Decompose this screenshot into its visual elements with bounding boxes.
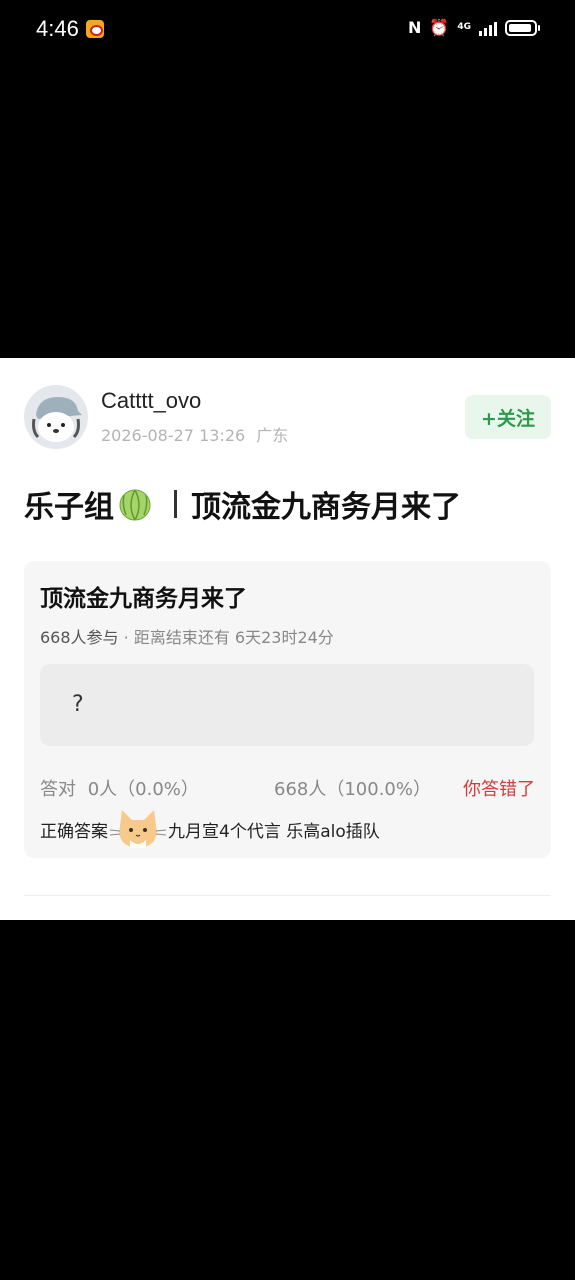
status-time: 4:46 (36, 16, 79, 41)
post-location: 广东 (256, 426, 289, 445)
correct-stat: 0人（0.0%） (87, 779, 199, 800)
network-label: 4G (457, 22, 471, 32)
correct-answer: 正确答案 九月宣4个代言 乐高alo插队 (40, 809, 380, 848)
quiz-card[interactable]: 顶流金九商务月来了 668人参与 · 距离结束还有 6天23时24分 ? 答对 … (24, 561, 551, 858)
alarm-icon: ⏰ (429, 18, 450, 37)
quiz-stats: 668人参与 · 距离结束还有 6天23时24分 (40, 624, 334, 648)
post-title-left: 乐子组 (24, 490, 114, 525)
post-title-right: 顶流金九商务月来了 (191, 490, 461, 525)
quiz-title: 顶流金九商务月来了 (40, 586, 247, 612)
status-bar: 4:46 N ⏰ 4G (0, 0, 575, 62)
divider (24, 895, 551, 896)
author-name[interactable]: Catttt_ovo (101, 388, 201, 414)
wrong-stat: 668人（100.0%） (274, 779, 431, 800)
signal-icon (479, 20, 497, 36)
quiz-countdown: · 距离结束还有 6天23时24分 (123, 628, 334, 647)
title-separator (174, 490, 177, 518)
avatar[interactable] (24, 385, 88, 449)
follow-button[interactable]: +关注 (465, 395, 551, 439)
quiz-option[interactable]: ? (40, 664, 534, 746)
correct-label: 答对 (40, 779, 76, 800)
nfc-icon: N (408, 18, 422, 37)
battery-icon (505, 19, 540, 36)
quiz-option-text: ? (72, 692, 84, 717)
post-meta: 2026-08-27 13:26 广东 (101, 422, 288, 446)
cat-sticker-icon (109, 809, 167, 848)
post-title: 乐子组 顶流金九商务月来了 (24, 482, 461, 526)
correct-result: 答对 0人（0.0%） (40, 775, 199, 801)
wrong-badge: 你答错了 (463, 779, 535, 800)
correct-answer-text: 九月宣4个代言 乐高alo插队 (168, 822, 380, 842)
quiz-participants: 668人参与 (40, 628, 119, 647)
weibo-icon (86, 20, 104, 38)
melon-emoji-icon (119, 489, 151, 521)
post-date: 2026-08-27 13:26 (101, 426, 246, 445)
post-card: Catttt_ovo 2026-08-27 13:26 广东 +关注 乐子组 顶… (0, 358, 575, 920)
correct-answer-prefix: 正确答案 (40, 822, 108, 842)
status-icons: N ⏰ 4G (408, 18, 540, 37)
